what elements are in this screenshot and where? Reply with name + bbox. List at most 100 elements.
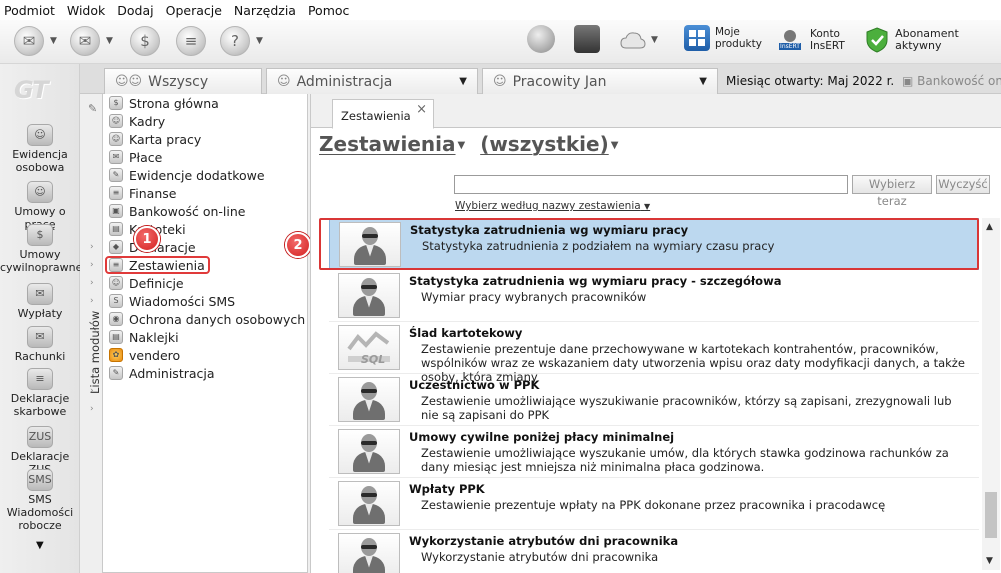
person-thumb-icon (338, 377, 400, 422)
tree-item-vendero[interactable]: ✿ vendero (109, 346, 180, 364)
module-tree: $ Strona główna ☺ Kadry ☺ Karta pracy ✉ Płac… (102, 94, 308, 573)
menu-operacje[interactable]: Operacje (166, 3, 222, 18)
sms-icon: SMS (27, 469, 53, 491)
tree-item-finanse[interactable]: ≡ Finanse (109, 184, 176, 202)
tree-item-place[interactable]: ✉ Płace (109, 148, 162, 166)
help-icon[interactable]: ? (220, 26, 250, 56)
mail-icon[interactable]: ✉ (70, 26, 100, 56)
zus-icon: ZUS (27, 426, 53, 448)
heading-reports[interactable]: Zestawienia (319, 132, 456, 156)
tree-item-wiadomosci-sms[interactable]: S Wiadomości SMS (109, 292, 235, 310)
admin-icon: ☺ (277, 74, 291, 89)
tree-item-zestawienia[interactable]: ≡ Zestawienia (105, 256, 210, 274)
nav-more-icon[interactable]: ▼ (36, 540, 44, 551)
choose-by-name[interactable]: Wybierz według nazwy zestawienia ▼ (455, 200, 650, 212)
scroll-up-icon[interactable]: ▲ (986, 222, 993, 232)
scroll-thumb[interactable] (985, 492, 997, 538)
konto-insert-button[interactable]: InsERT Konto InsERT (775, 25, 845, 55)
expand-icon[interactable]: › (90, 296, 94, 306)
heading-filter[interactable]: (wszystkie) (480, 132, 609, 156)
insert-badge: InsERT (779, 43, 801, 50)
chevron-down-icon[interactable]: ▼ (458, 140, 466, 151)
nav-rachunki[interactable]: ✉ Rachunki (0, 326, 80, 363)
cloud-dropdown-icon[interactable]: ▼ (651, 35, 658, 45)
abonament-label: Abonament aktywny (895, 27, 959, 52)
help-dropdown-icon[interactable]: ▼ (256, 36, 263, 46)
staff-icon: ☺ (109, 114, 123, 128)
reports-list: Statystyka zatrudnienia wg wymiaru pracy… (321, 218, 981, 573)
list-scrollbar[interactable]: ▲ ▼ (982, 218, 1000, 570)
mail-dropdown-icon[interactable]: ▼ (106, 36, 113, 46)
shield-check-icon (864, 25, 890, 55)
chevron-down-icon: ▼ (644, 202, 651, 211)
globe-icon[interactable] (527, 25, 555, 53)
list-item[interactable]: Statystyka zatrudnienia wg wymiaru pracy… (329, 270, 979, 322)
tree-item-ochrona-danych[interactable]: ◉ Ochrona danych osobowych (109, 310, 305, 328)
pracowity-dropdown-icon[interactable]: ▼ (699, 76, 707, 87)
toolbar: ✉ ▼ ✉ ▼ $ ≡ ? ▼ ▼ Moje produkty InsERT Ko… (0, 20, 1001, 64)
tree-item-kadry[interactable]: ☺ Kadry (109, 112, 165, 130)
menu-narzedzia[interactable]: Narzędzia (234, 3, 296, 18)
list-item[interactable]: Uczestnictwo w PPK Zestawienie umożliwia… (329, 374, 979, 426)
expand-icon[interactable]: › (90, 386, 94, 396)
tree-item-naklejki[interactable]: ▤ Naklejki (109, 328, 179, 346)
choose-now-button[interactable]: Wybierz teraz (852, 175, 932, 208)
expand-icon[interactable]: › (90, 404, 94, 414)
list-item[interactable]: Wpłaty PPK Zestawienie prezentuje wpłaty… (329, 478, 979, 530)
doc-tab-zestawienia[interactable]: Zestawienia × (332, 99, 434, 129)
konto-line2: InsERT (810, 40, 845, 52)
tree-item-administracja[interactable]: ✎ Administracja (109, 364, 215, 382)
nav-deklaracje-skarbowe[interactable]: ≡ Deklaracje skarbowe (0, 368, 80, 418)
konto-line1: Konto (810, 28, 840, 40)
tab-wszyscy[interactable]: ☺☺ Wszyscy (104, 68, 262, 94)
moje-produkty-button[interactable]: Moje produkty (684, 25, 762, 51)
cloud-icon[interactable] (620, 25, 646, 55)
search-input[interactable] (454, 175, 848, 194)
box-icon[interactable] (574, 25, 600, 53)
tree-item-karta-pracy[interactable]: ☺ Karta pracy (109, 130, 201, 148)
civil-contract-icon: $ (27, 224, 53, 246)
coins-icon[interactable]: $ (130, 26, 160, 56)
nav-ewidencja-osobowa[interactable]: ☺ Ewidencja osobowa (0, 124, 80, 174)
nav-umowy-cywilnoprawne[interactable]: $ Umowy cywilnoprawne (0, 224, 82, 274)
expand-icon[interactable]: › (90, 278, 94, 288)
administracja-dropdown-icon[interactable]: ▼ (459, 76, 467, 87)
menu-pomoc[interactable]: Pomoc (308, 3, 349, 18)
expand-icon[interactable]: › (90, 260, 94, 270)
tab-administracja[interactable]: ☺ Administracja ▼ (266, 68, 478, 94)
menu-podmiot[interactable]: Podmiot (4, 3, 55, 18)
tree-item-ewidencje-dodatkowe[interactable]: ✎ Ewidencje dodatkowe (109, 166, 265, 184)
menu-dodaj[interactable]: Dodaj (117, 3, 153, 18)
home-icon: $ (109, 96, 123, 110)
nav-wyplaty[interactable]: ✉ Wypłaty (0, 283, 80, 320)
list-item[interactable]: Wykorzystanie atrybutów dni pracownika W… (329, 530, 979, 573)
sql-thumb-icon: SQL (338, 325, 400, 370)
list-item[interactable]: SQL Ślad kartotekowy Zestawienie prezent… (329, 322, 979, 384)
files-icon: ▤ (109, 222, 123, 236)
bank-online[interactable]: ▣ Bankowość on-l (902, 74, 1001, 88)
nav-sms[interactable]: SMS SMS Wiadomości robocze (0, 469, 80, 532)
send-dropdown-icon[interactable]: ▼ (50, 36, 57, 46)
abonament-button[interactable]: Abonament aktywny (864, 25, 1001, 55)
close-icon[interactable]: × (416, 102, 427, 117)
tree-item-bankowosc[interactable]: ▣ Bankowość on-line (109, 202, 245, 220)
list-item[interactable]: Umowy cywilne poniżej płacy minimalnej Z… (329, 426, 979, 478)
expand-icon[interactable]: › (90, 242, 94, 252)
person-thumb-icon (338, 533, 400, 573)
send-icon[interactable]: ✉ (14, 26, 44, 56)
pin-icon[interactable]: ✎ (88, 102, 97, 115)
tab-pracowity-jan[interactable]: ☺ Pracowity Jan ▼ (482, 68, 718, 94)
scroll-down-icon[interactable]: ▼ (986, 556, 993, 566)
timecard-icon: ☺ (109, 132, 123, 146)
tree-item-definicje[interactable]: ☺ Definicje (109, 274, 184, 292)
group-icon: ☺☺ (115, 74, 143, 89)
clear-button[interactable]: Wyczyść (936, 175, 990, 194)
lock-icon: ◉ (109, 312, 123, 326)
stack-icon[interactable]: ≡ (176, 26, 206, 56)
person-thumb-icon (338, 273, 400, 318)
declaration-icon: ◆ (109, 240, 123, 254)
tree-item-strona-glowna[interactable]: $ Strona główna (109, 94, 219, 112)
chevron-down-icon[interactable]: ▼ (611, 140, 619, 151)
page-title: Zestawienia ▼ (wszystkie) ▼ (319, 132, 626, 156)
menu-widok[interactable]: Widok (67, 3, 105, 18)
